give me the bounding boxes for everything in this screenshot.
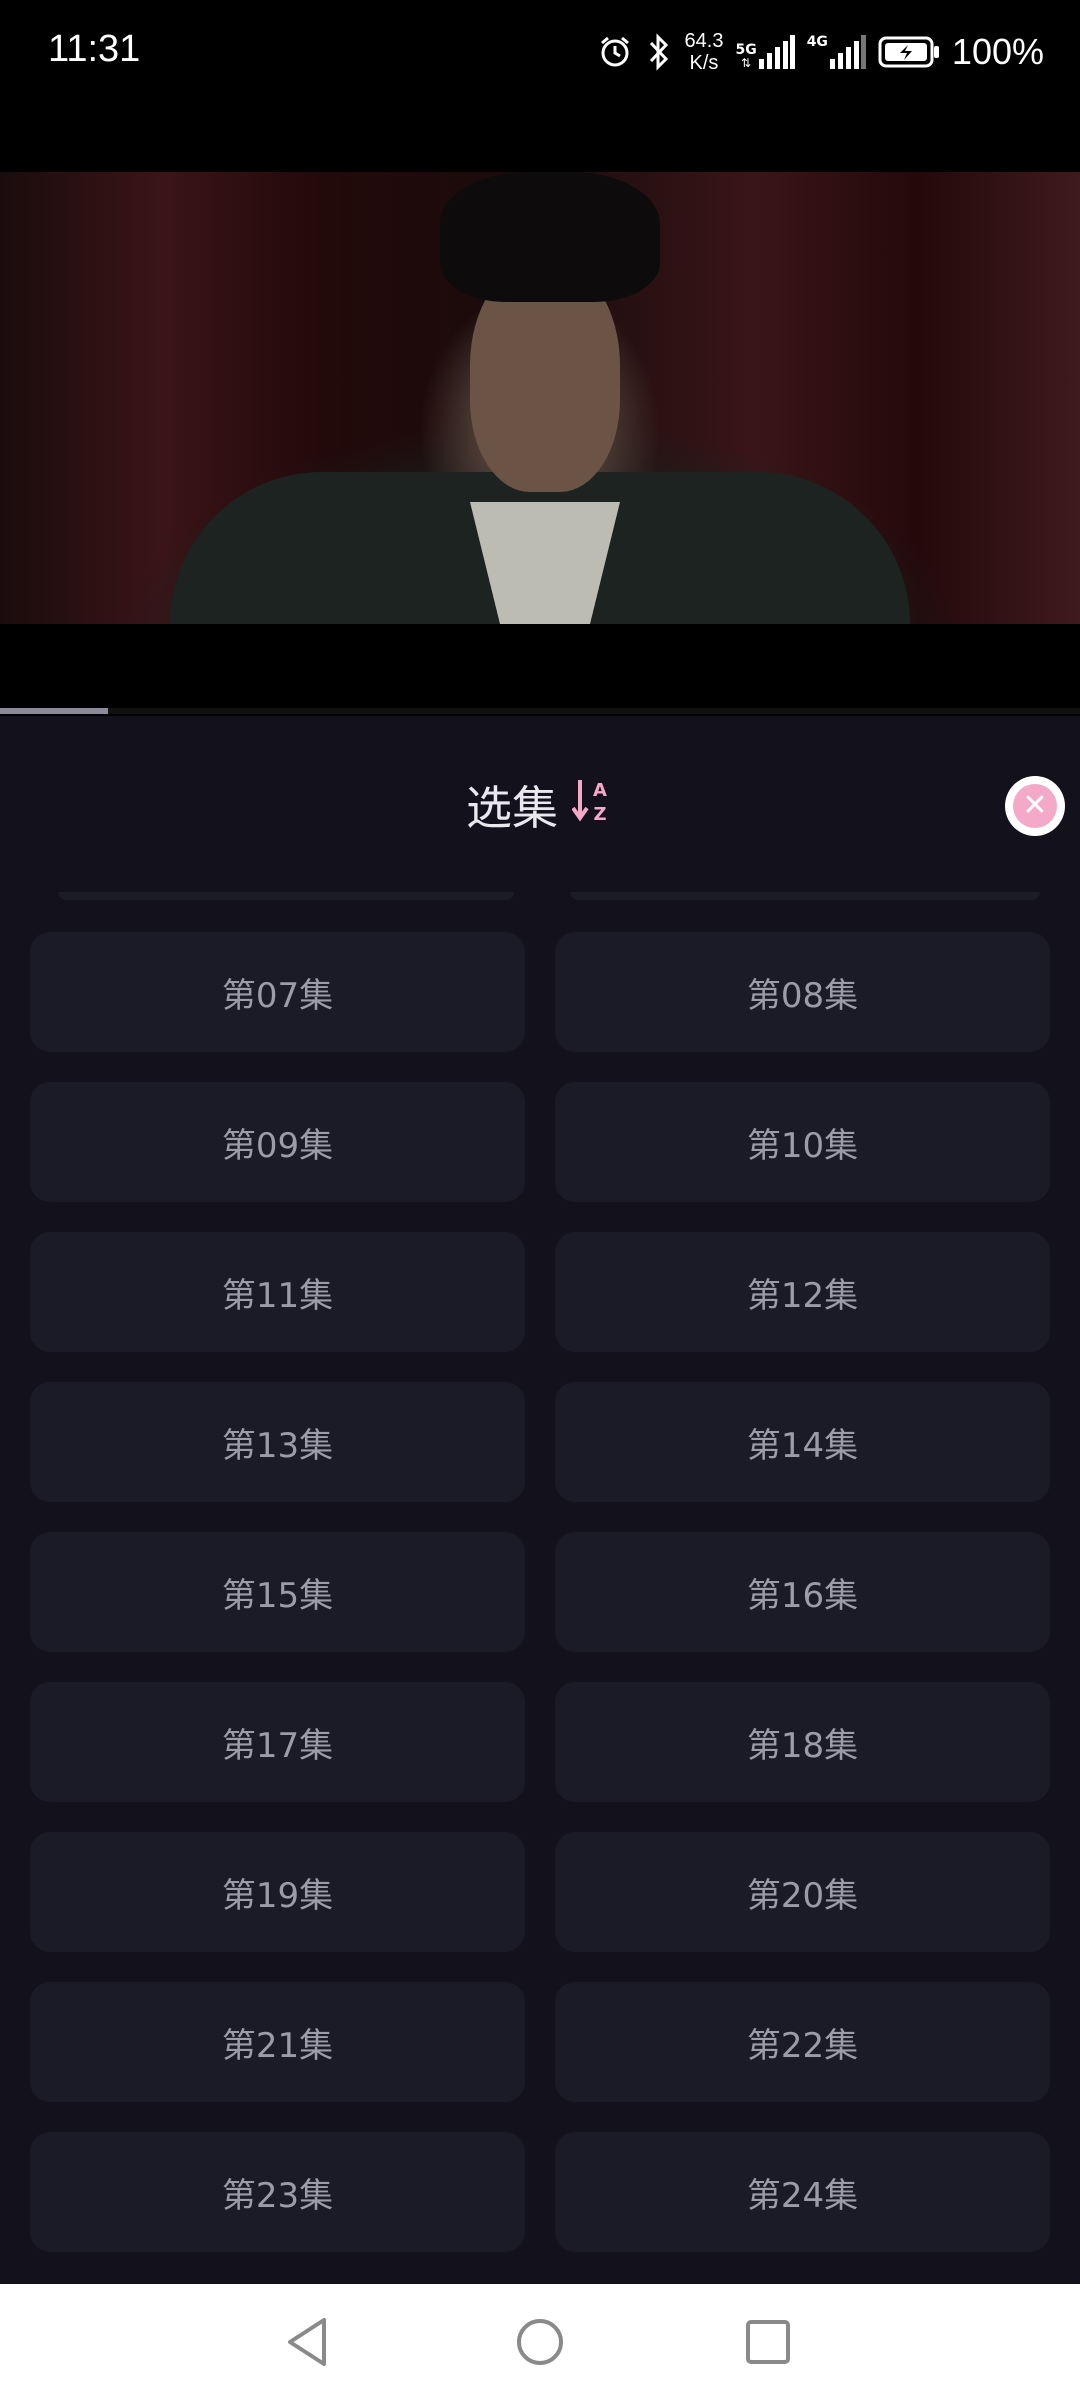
episode-button[interactable]: 第24集 — [555, 2132, 1050, 2252]
signal-5g: 5G ⇅ — [735, 35, 795, 69]
episode-button[interactable]: 第12集 — [555, 1232, 1050, 1352]
alarm-icon — [597, 34, 633, 70]
episode-list[interactable]: 第07集 第08集 第09集 第10集 第11集 第12集 第13集 第14集 第15集 第16集… — [0, 892, 1080, 2284]
episode-grid: 第07集 第08集 第09集 第10集 第11集 第12集 第13集 第14集 第15集 第16集… — [30, 932, 1050, 2252]
recents-icon — [745, 2319, 791, 2369]
home-icon — [515, 2317, 565, 2371]
net-speed: 64.3 K/s — [685, 30, 724, 74]
episode-button[interactable]: 第09集 — [30, 1082, 525, 1202]
sort-az-icon[interactable]: A Z — [571, 776, 614, 835]
signal-1-label: 5G — [735, 42, 757, 58]
episode-panel-header: 选集 A Z ✕ — [0, 716, 1080, 866]
back-button[interactable] — [278, 2314, 338, 2374]
episode-button[interactable]: 第19集 — [30, 1832, 525, 1952]
episode-button[interactable]: 第07集 — [30, 932, 525, 1052]
recents-button[interactable] — [738, 2314, 798, 2374]
episode-button[interactable]: 第23集 — [30, 2132, 525, 2252]
episode-button[interactable]: 第21集 — [30, 1982, 525, 2102]
episode-button[interactable]: 第17集 — [30, 1682, 525, 1802]
video-progress-bar[interactable] — [0, 708, 1080, 714]
panel-title: 选集 — [466, 781, 558, 835]
episode-button[interactable]: 第10集 — [555, 1082, 1050, 1202]
signal-2-label: 4G — [806, 34, 828, 50]
status-time: 11:31 — [48, 28, 141, 70]
close-icon: ✕ — [1013, 784, 1057, 828]
status-icons: 64.3 K/s 5G ⇅ 4G 100% — [597, 22, 1044, 82]
video-player[interactable] — [0, 110, 1080, 714]
home-button[interactable] — [510, 2314, 570, 2374]
bluetooth-icon — [645, 33, 673, 71]
episode-button[interactable]: 第13集 — [30, 1382, 525, 1502]
episode-button[interactable]: 第15集 — [30, 1532, 525, 1652]
episode-button[interactable]: 第16集 — [555, 1532, 1050, 1652]
episode-button[interactable]: 第08集 — [555, 932, 1050, 1052]
episode-button-peek[interactable] — [570, 892, 1040, 900]
battery-charging-icon — [878, 36, 940, 68]
video-progress-fill — [0, 708, 108, 714]
net-speed-unit: K/s — [689, 52, 719, 74]
signal-icon — [758, 35, 795, 69]
episode-panel: 选集 A Z ✕ 第07集 第08集 第09集 第10集 第11集 第12集 第13集 第14… — [0, 716, 1080, 2284]
status-bar: 11:31 64.3 K/s 5G ⇅ 4G 100% — [0, 0, 1080, 110]
close-button[interactable]: ✕ — [1005, 776, 1065, 836]
system-nav-bar — [0, 2284, 1080, 2400]
episode-panel-title-row: 选集 A Z — [0, 772, 1080, 838]
signal-4g: 4G — [807, 35, 866, 69]
battery-percent: 100% — [951, 31, 1044, 72]
episode-button[interactable]: 第22集 — [555, 1982, 1050, 2102]
episode-button[interactable]: 第14集 — [555, 1382, 1050, 1502]
video-figure-hair — [440, 172, 660, 302]
episode-peek-row — [0, 892, 1080, 902]
back-icon — [284, 2316, 332, 2372]
signal-icon — [829, 35, 866, 69]
svg-text:A: A — [593, 780, 607, 801]
episode-button-peek[interactable] — [58, 892, 514, 900]
video-frame[interactable] — [0, 172, 1080, 624]
net-speed-value: 64.3 — [684, 30, 724, 52]
episode-button[interactable]: 第20集 — [555, 1832, 1050, 1952]
episode-button[interactable]: 第11集 — [30, 1232, 525, 1352]
svg-text:Z: Z — [593, 804, 606, 824]
episode-button[interactable]: 第18集 — [555, 1682, 1050, 1802]
